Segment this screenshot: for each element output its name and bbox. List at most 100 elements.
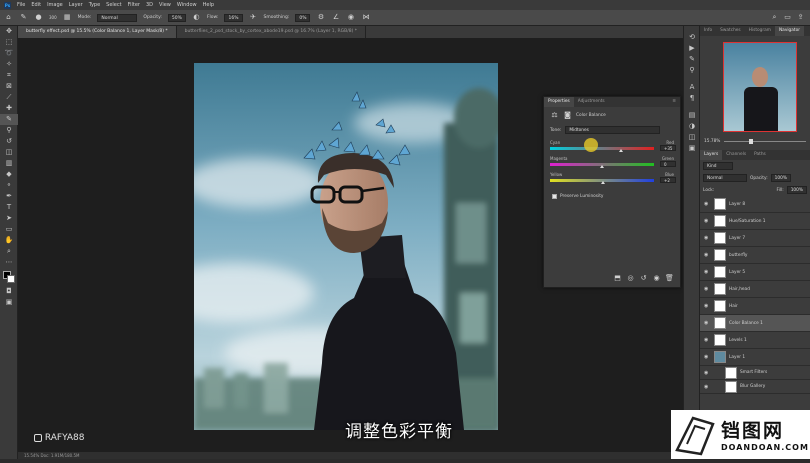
brush-tool-icon-active[interactable]: ✎ [0,114,18,125]
layer-name[interactable]: Hair,head [729,287,750,292]
layer-name[interactable]: Layer 7 [729,236,745,241]
kind-filter[interactable]: Kind [703,162,733,170]
layer-name[interactable]: Levels 1 [729,338,747,343]
adjustments-icon[interactable]: ◑ [684,121,700,132]
eye-icon[interactable]: ◉ [704,218,711,224]
properties-panel-icon[interactable]: ▣ [684,143,700,154]
background-color[interactable] [7,275,15,283]
pressure-opacity-icon[interactable]: ◐ [192,13,201,22]
brush-tool-icon[interactable]: ✎ [19,13,28,22]
eye-icon[interactable]: ◉ [704,370,711,376]
crop-tool-icon[interactable]: ⌗ [0,70,18,81]
pressure-size-icon[interactable]: ◉ [346,13,355,22]
brush-preset-icon[interactable]: ● [34,13,43,22]
rectangle-tool-icon[interactable]: ▭ [0,224,18,235]
layer-row[interactable]: ◉ Color Balance 1 [700,315,810,332]
slider-thumb[interactable] [600,164,604,168]
path-select-icon[interactable]: ➤ [0,213,18,224]
angle-icon[interactable]: ∠ [331,13,340,22]
zoom-slider[interactable] [724,138,806,144]
layer-row[interactable]: ◉ Levels 1 [700,332,810,349]
smoothing-field[interactable]: 0% [295,13,311,22]
layer-row[interactable]: ◉ butterfly [700,247,810,264]
history-icon[interactable]: ⟲ [684,32,700,43]
menu-select[interactable]: Select [106,2,121,8]
menu-image[interactable]: Image [47,2,63,8]
character-icon[interactable]: A [684,82,700,93]
search-icon[interactable]: ⌕ [770,13,779,22]
clip-to-layer-icon[interactable]: ⬒ [613,274,622,283]
menu-help[interactable]: Help [203,2,214,8]
opacity-field[interactable]: 50% [167,13,186,22]
slider-value[interactable]: +2 [660,177,676,183]
eye-icon[interactable]: ◉ [704,354,711,360]
layer-opacity-field[interactable]: 100% [770,174,791,182]
menu-3d[interactable]: 3D [146,2,153,8]
layer-name[interactable]: Layer 1 [729,355,745,360]
color-balance-slider[interactable] [550,146,654,152]
tab-info[interactable]: Info [700,26,716,36]
tab-layers[interactable]: Layers [700,150,723,160]
styles-icon[interactable]: ◫ [684,132,700,143]
tab-adjustments[interactable]: Adjustments [574,97,609,107]
flow-field[interactable]: 16% [224,13,243,22]
more-tools-icon[interactable]: ⋯ [0,257,18,268]
preserve-luminosity-checkbox[interactable] [552,194,557,199]
eye-icon[interactable]: ◉ [704,320,711,326]
menu-window[interactable]: Window [177,2,197,8]
pen-tool-icon[interactable]: ✒ [0,191,18,202]
eye-icon[interactable]: ◉ [704,286,711,292]
zoom-tool-icon[interactable]: ⌕ [0,246,18,257]
brush-settings-icon[interactable]: ▦ [63,13,72,22]
color-swatches[interactable] [0,268,17,286]
menu-edit[interactable]: Edit [31,2,41,8]
panel-menu-icon[interactable]: ≡ [668,97,680,107]
eye-icon[interactable]: ◉ [704,337,711,343]
paragraph-icon[interactable]: ¶ [684,93,700,104]
layer-name[interactable]: Layer 8 [729,202,745,207]
layer-row[interactable]: ◉ Layer 1 [700,349,810,366]
layer-name[interactable]: butterfly [729,253,747,258]
layer-row[interactable]: ◉ Smart Filters [700,366,810,380]
actions-icon[interactable]: ▶ [684,43,700,54]
lasso-tool-icon[interactable]: ➰ [0,48,18,59]
history-brush-icon[interactable]: ↺ [0,136,18,147]
menu-file[interactable]: File [17,2,25,8]
color-balance-slider[interactable] [550,178,654,184]
frame-tool-icon[interactable]: ⊠ [0,81,18,92]
reset-icon[interactable]: ↺ [639,274,648,283]
delete-icon[interactable]: 🗑 [665,274,674,283]
menu-filter[interactable]: Filter [128,2,140,8]
slider-value[interactable]: 0 [660,161,676,167]
airbrush-icon[interactable]: ✈ [249,13,258,22]
layer-row[interactable]: ◉ Hair [700,298,810,315]
smoothing-settings-icon[interactable]: ⚙ [316,13,325,22]
eye-icon[interactable]: ◉ [704,252,711,258]
type-tool-icon[interactable]: T [0,202,18,213]
eraser-tool-icon[interactable]: ◫ [0,147,18,158]
eye-icon[interactable]: ◉ [704,201,711,207]
layer-row[interactable]: ◉ Blur Gallery [700,380,810,394]
tab-histogram[interactable]: Histogram [745,26,775,36]
visibility-icon[interactable]: ◉ [652,274,661,283]
workspace-icon[interactable]: ▭ [783,13,792,22]
slider-thumb[interactable] [618,148,623,152]
tone-select[interactable]: Midtones [565,126,661,134]
screen-mode-icon[interactable]: ▣ [0,297,18,308]
eyedropper-tool-icon[interactable]: ⟋ [0,92,18,103]
tab-swatches[interactable]: Swatches [716,26,745,36]
hand-tool-icon[interactable]: ✋ [0,235,18,246]
layer-name[interactable]: Blur Gallery [740,384,765,389]
mode-select[interactable]: Normal [97,13,138,22]
gradient-tool-icon[interactable]: ▥ [0,158,18,169]
mask-icon[interactable]: ◙ [563,111,572,120]
layer-name[interactable]: Smart Filters [740,370,767,375]
layer-name[interactable]: Layer 5 [729,270,745,275]
view-previous-icon[interactable]: ◎ [626,274,635,283]
blend-mode-select[interactable]: Normal [703,174,747,182]
color-balance-slider[interactable] [550,162,654,168]
move-tool-icon[interactable]: ✥ [0,26,18,37]
layer-name[interactable]: Color Balance 1 [729,321,763,326]
dodge-tool-icon[interactable]: ⚬ [0,180,18,191]
navigator-preview[interactable] [700,36,810,136]
